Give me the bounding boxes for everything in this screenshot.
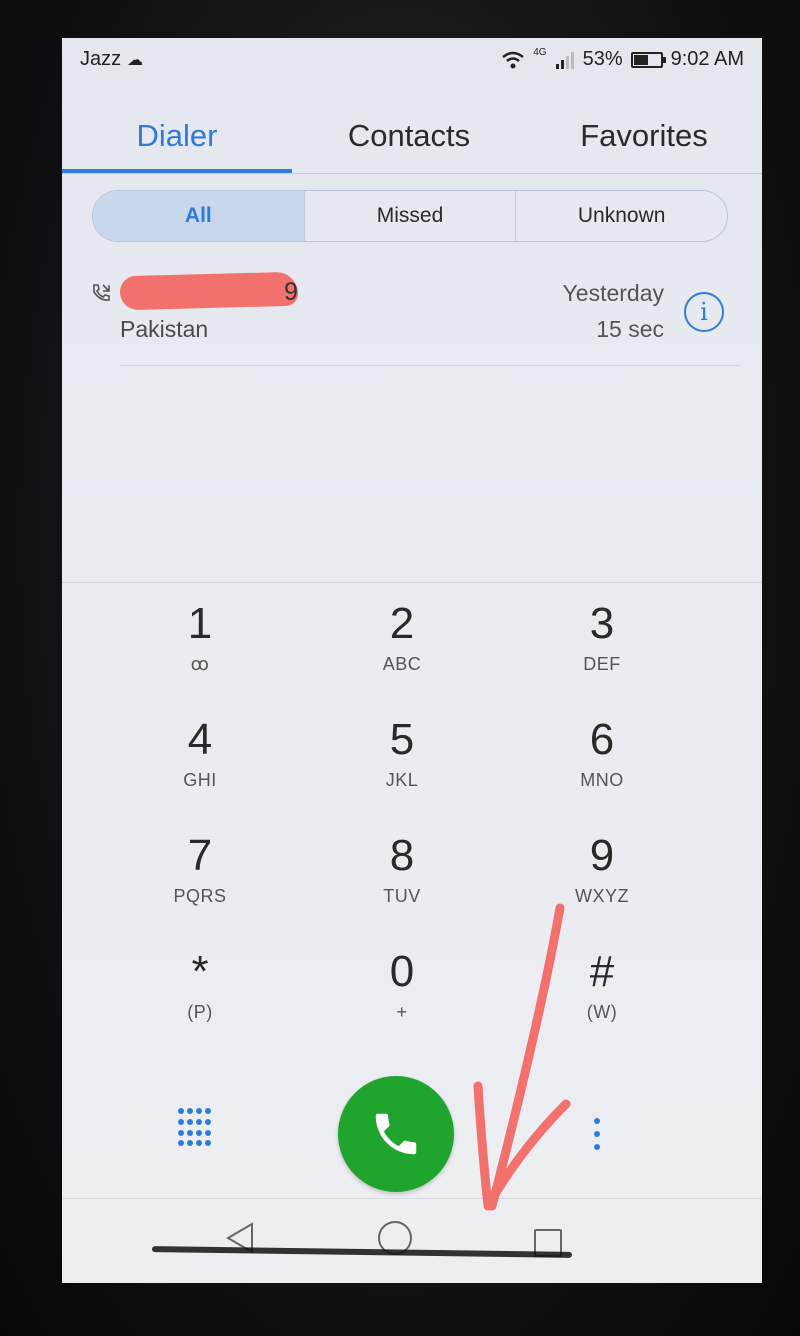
dialpad: 1 ꝏ 2 ABC 3 DEF 4 GHI 5 JKL 6 MNO 7 PQRS… <box>62 598 762 1058</box>
key-letters: PQRS <box>173 886 227 906</box>
status-indicators: 4G 53% 9:02 AM <box>501 47 744 71</box>
cloud-icon: ☁ <box>127 51 144 69</box>
key-letters: ABC <box>382 654 422 674</box>
filter-all[interactable]: All <box>93 191 304 241</box>
voicemail-icon: ꝏ <box>190 654 210 674</box>
battery-level <box>633 54 649 65</box>
phone-screen: Jazz ☁ 4G 53% 9:02 AM Dialer Contacts Fa… <box>62 38 762 1283</box>
key-star[interactable]: * (P) <box>120 946 280 1056</box>
key-4[interactable]: 4 GHI <box>120 714 280 824</box>
key-letters: (P) <box>187 1002 213 1022</box>
call-filter: All Missed Unknown <box>92 190 728 242</box>
dialpad-grid-icon[interactable] <box>178 1108 212 1148</box>
key-letters: MNO <box>580 770 624 790</box>
key-3[interactable]: 3 DEF <box>522 598 682 708</box>
tab-contacts[interactable]: Contacts <box>292 98 526 174</box>
key-9[interactable]: 9 WXYZ <box>522 830 682 940</box>
redacted-number <box>119 271 299 311</box>
battery-percent: 53% <box>582 48 623 70</box>
key-2[interactable]: 2 ABC <box>322 598 482 708</box>
filter-missed[interactable]: Missed <box>303 191 516 241</box>
key-letters: JKL <box>385 770 419 790</box>
carrier: Jazz ☁ <box>80 48 143 71</box>
key-hash[interactable]: # (W) <box>522 946 682 1056</box>
key-1[interactable]: 1 ꝏ <box>120 598 280 708</box>
row-divider <box>120 365 740 366</box>
key-digit: 1 <box>187 599 213 648</box>
key-letters: WXYZ <box>575 886 629 906</box>
key-digit: # <box>589 947 615 996</box>
network-type: 4G <box>533 47 547 58</box>
pen-scribble <box>151 1246 573 1258</box>
call-duration: 15 sec <box>596 316 664 342</box>
key-digit: 4 <box>187 715 213 764</box>
key-digit: 2 <box>389 599 415 648</box>
key-digit: 8 <box>389 831 415 880</box>
clock: 9:02 AM <box>670 48 744 70</box>
carrier-name: Jazz <box>80 48 122 70</box>
key-7[interactable]: 7 PQRS <box>120 830 280 940</box>
key-digit: * <box>191 947 209 996</box>
signal-icon <box>555 51 574 69</box>
key-letters: GHI <box>183 770 217 790</box>
key-digit: 9 <box>589 831 615 880</box>
battery-icon <box>630 51 666 68</box>
more-vertical-icon[interactable] <box>594 1118 600 1150</box>
info-icon[interactable]: i <box>684 292 724 332</box>
tabs-divider <box>62 173 762 174</box>
navigation-bar <box>62 1198 762 1283</box>
key-letters: (W) <box>586 1002 618 1022</box>
call-log-entry[interactable]: 9 Pakistan Yesterday 15 sec i <box>62 268 762 368</box>
key-0[interactable]: 0 + <box>322 946 482 1056</box>
call-log-empty-area <box>62 368 762 582</box>
status-bar: Jazz ☁ 4G 53% 9:02 AM <box>62 38 762 84</box>
key-5[interactable]: 5 JKL <box>322 714 482 824</box>
tab-dialer[interactable]: Dialer <box>62 98 292 174</box>
dialpad-divider <box>62 582 762 583</box>
key-digit: 5 <box>389 715 415 764</box>
key-6[interactable]: 6 MNO <box>522 714 682 824</box>
key-letters: DEF <box>583 654 621 674</box>
call-number: 9 <box>284 278 298 306</box>
phone-icon <box>375 1113 417 1155</box>
key-letters: TUV <box>383 886 421 906</box>
main-tabs: Dialer Contacts Favorites <box>62 98 762 174</box>
key-digit: 7 <box>187 831 213 880</box>
key-8[interactable]: 8 TUV <box>322 830 482 940</box>
filter-unknown[interactable]: Unknown <box>515 191 727 241</box>
key-digit: 6 <box>589 715 615 764</box>
dialer-actions <box>62 1068 762 1198</box>
call-button[interactable] <box>338 1076 454 1192</box>
wifi-icon <box>502 51 525 68</box>
call-date: Yesterday <box>562 280 664 306</box>
tab-favorites[interactable]: Favorites <box>526 98 762 174</box>
call-location: Pakistan <box>120 316 209 342</box>
key-digit: 0 <box>389 947 415 996</box>
key-letters: + <box>396 1002 408 1022</box>
key-digit: 3 <box>589 599 615 648</box>
outgoing-call-icon <box>93 284 110 301</box>
